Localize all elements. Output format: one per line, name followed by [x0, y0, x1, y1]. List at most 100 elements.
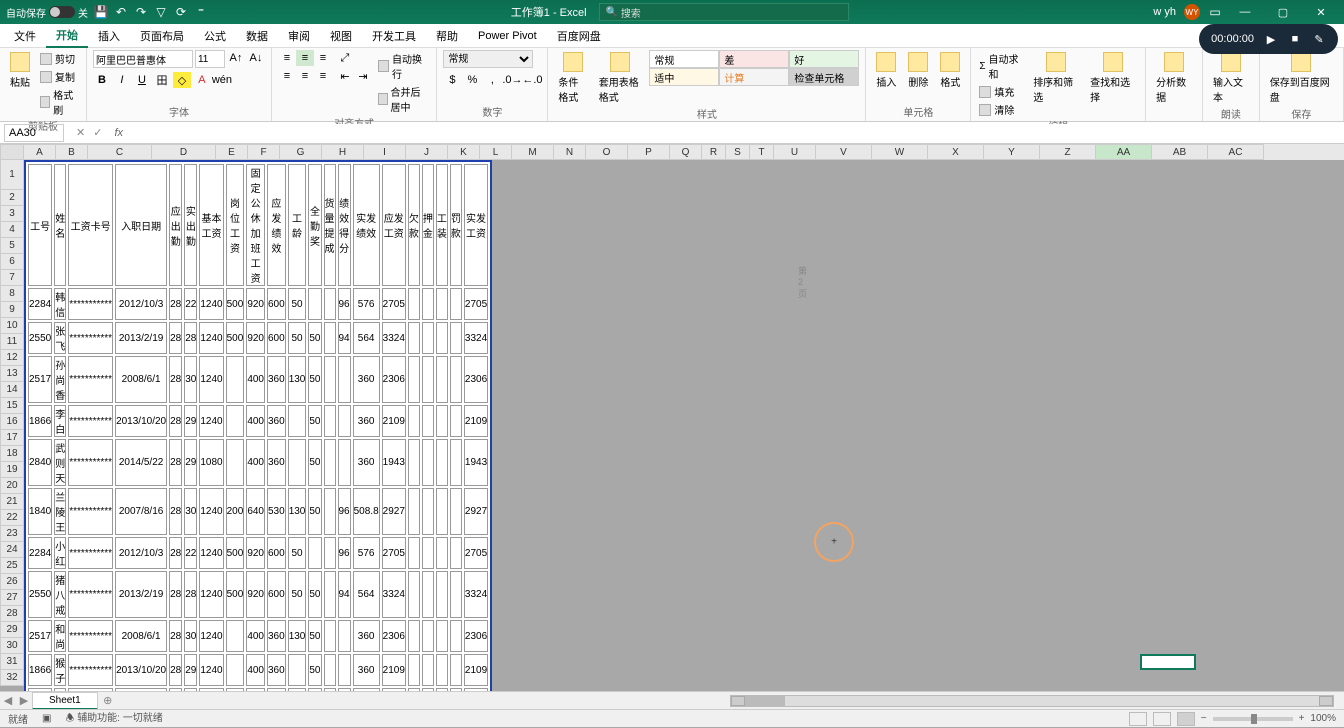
table-cell[interactable]: [450, 537, 462, 569]
comma-icon[interactable]: ,: [483, 72, 501, 88]
table-cell[interactable]: [338, 620, 351, 652]
zoom-slider[interactable]: [1213, 717, 1293, 721]
row-header-13[interactable]: 13: [0, 366, 24, 382]
accept-formula-icon[interactable]: ✓: [93, 126, 102, 139]
table-cell[interactable]: 50: [308, 439, 321, 486]
table-cell[interactable]: [436, 356, 448, 403]
table-cell[interactable]: ***********: [68, 405, 113, 437]
table-cell[interactable]: 564: [353, 571, 380, 618]
table-cell[interactable]: [338, 356, 351, 403]
table-cell[interactable]: 360: [267, 356, 286, 403]
row-header-30[interactable]: 30: [0, 638, 24, 654]
ribbon-tab-8[interactable]: 开发工具: [362, 24, 426, 48]
table-cell[interactable]: [436, 537, 448, 569]
row-header-28[interactable]: 28: [0, 606, 24, 622]
table-cell[interactable]: [450, 654, 462, 686]
table-cell[interactable]: ***********: [68, 488, 113, 535]
ribbon-tab-3[interactable]: 页面布局: [130, 24, 194, 48]
table-cell[interactable]: 22: [184, 288, 197, 320]
table-cell[interactable]: 1240: [199, 488, 223, 535]
table-cell[interactable]: 28: [169, 288, 182, 320]
table-cell[interactable]: [408, 571, 420, 618]
ribbon-tab-2[interactable]: 插入: [88, 24, 130, 48]
clear-button[interactable]: 清除: [977, 101, 1025, 118]
col-header-AB[interactable]: AB: [1152, 144, 1208, 160]
table-cell[interactable]: 2306: [382, 620, 406, 652]
qat-more-icon[interactable]: ⁼: [194, 5, 208, 19]
table-cell[interactable]: [436, 620, 448, 652]
table-cell[interactable]: 2550: [28, 322, 52, 354]
insert-cells-button[interactable]: 插入: [872, 50, 900, 91]
table-cell[interactable]: [422, 537, 434, 569]
table-cell[interactable]: 576: [353, 537, 380, 569]
align-bottom-icon[interactable]: ≡: [314, 50, 332, 66]
table-cell[interactable]: 400: [246, 620, 265, 652]
find-select-button[interactable]: 查找和选择: [1086, 50, 1139, 106]
minimize-button[interactable]: —: [1230, 0, 1260, 24]
table-cell[interactable]: 50: [308, 356, 321, 403]
formula-input[interactable]: [127, 124, 1344, 142]
table-cell[interactable]: 28: [169, 488, 182, 535]
col-header-K[interactable]: K: [448, 144, 480, 160]
table-cell[interactable]: 29: [184, 654, 197, 686]
table-cell[interactable]: [450, 439, 462, 486]
table-cell[interactable]: [422, 405, 434, 437]
table-cell[interactable]: 50: [288, 571, 307, 618]
table-cell[interactable]: [308, 537, 321, 569]
format-cells-button[interactable]: 格式: [936, 50, 964, 91]
row-header-18[interactable]: 18: [0, 446, 24, 462]
ribbon-tab-6[interactable]: 审阅: [278, 24, 320, 48]
table-cell[interactable]: 猪八戒: [54, 571, 66, 618]
table-cell[interactable]: [226, 405, 245, 437]
table-cell[interactable]: 96: [338, 488, 351, 535]
percent-icon[interactable]: %: [463, 72, 481, 88]
table-cell[interactable]: [324, 488, 336, 535]
table-cell[interactable]: 2840: [28, 439, 52, 486]
table-cell[interactable]: 2013/10/20: [115, 405, 167, 437]
table-cell[interactable]: 1080: [199, 439, 223, 486]
table-cell[interactable]: 576: [353, 288, 380, 320]
conditional-format-button[interactable]: 条件格式: [554, 50, 590, 106]
table-cell[interactable]: 1240: [199, 322, 223, 354]
row-header-26[interactable]: 26: [0, 574, 24, 590]
table-cell[interactable]: 2013/2/19: [115, 571, 167, 618]
row-header-20[interactable]: 20: [0, 478, 24, 494]
row-header-10[interactable]: 10: [0, 318, 24, 334]
zoom-level[interactable]: 100%: [1310, 713, 1336, 724]
undo-icon[interactable]: ↶: [114, 5, 128, 19]
table-cell[interactable]: 1866: [28, 405, 52, 437]
macro-record-icon[interactable]: ▣: [42, 713, 51, 724]
align-center-icon[interactable]: ≡: [296, 68, 314, 84]
table-cell[interactable]: [422, 356, 434, 403]
table-cell[interactable]: 2306: [464, 620, 488, 652]
table-cell[interactable]: 2012/10/3: [115, 288, 167, 320]
table-cell[interactable]: 28: [169, 571, 182, 618]
table-cell[interactable]: 小红: [54, 537, 66, 569]
col-header-J[interactable]: J: [406, 144, 448, 160]
col-header-N[interactable]: N: [554, 144, 586, 160]
decrease-decimal-icon[interactable]: ←.0: [523, 72, 541, 88]
table-cell[interactable]: 28: [184, 571, 197, 618]
col-header-E[interactable]: E: [216, 144, 248, 160]
row-header-23[interactable]: 23: [0, 526, 24, 542]
analyze-button[interactable]: 分析数据: [1152, 50, 1196, 106]
table-cell[interactable]: 2012/10/3: [115, 537, 167, 569]
col-header-C[interactable]: C: [88, 144, 152, 160]
table-cell[interactable]: [408, 537, 420, 569]
col-header-O[interactable]: O: [586, 144, 628, 160]
row-header-9[interactable]: 9: [0, 302, 24, 318]
table-cell[interactable]: 400: [246, 654, 265, 686]
table-cell[interactable]: 2109: [464, 405, 488, 437]
table-cell[interactable]: [324, 405, 336, 437]
table-cell[interactable]: [422, 620, 434, 652]
table-header[interactable]: 基本工资: [199, 164, 223, 286]
table-cell[interactable]: 2013/10/20: [115, 654, 167, 686]
row-header-2[interactable]: 2: [0, 190, 24, 206]
table-header[interactable]: 押金: [422, 164, 434, 286]
table-cell[interactable]: 武则天: [54, 439, 66, 486]
filter-icon[interactable]: ▽: [154, 5, 168, 19]
table-cell[interactable]: ***********: [68, 537, 113, 569]
table-cell[interactable]: 2008/6/1: [115, 620, 167, 652]
table-header[interactable]: 全勤奖: [308, 164, 321, 286]
table-cell[interactable]: [308, 288, 321, 320]
